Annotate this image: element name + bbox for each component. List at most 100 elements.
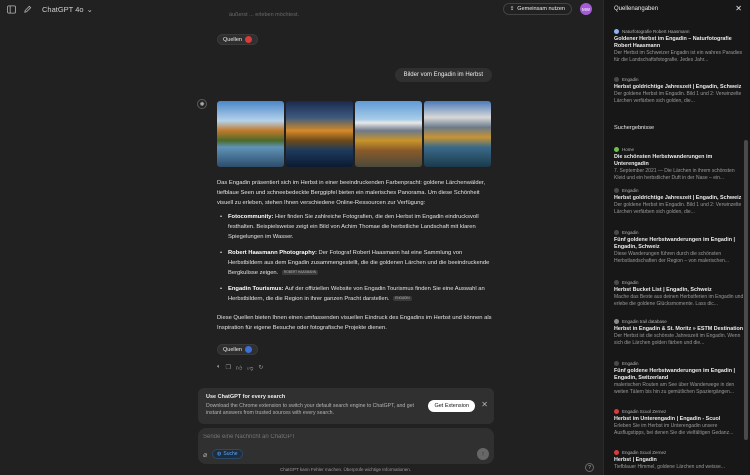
site-favicon-icon [614, 409, 619, 414]
source-card[interactable]: Engadin Scuol Zernez Herbst im Unterenga… [614, 408, 744, 437]
chat-area: ChatGPT 4o ⌄ ⇪ Gemeinsam nutzen MW äußer… [0, 0, 602, 475]
banner-description: Download the Chrome extension to switch … [206, 403, 414, 416]
source-title: Herbst | Engadin [614, 457, 657, 463]
speaker-icon[interactable]: 🔈︎ [217, 364, 221, 372]
site-favicon-icon [614, 230, 619, 235]
arrow-up-icon: ↑ [481, 450, 485, 458]
source-site: Engadin [622, 188, 639, 193]
share-label: Gemeinsam nutzen [517, 6, 565, 12]
regenerate-icon[interactable]: ↻ [258, 364, 263, 372]
site-favicon-icon [614, 450, 619, 455]
site-favicon-icon [614, 361, 619, 366]
source-card[interactable]: Engadin Herbst goldrichtige Jahreszeit |… [614, 76, 744, 105]
source-title: Fünf goldene Herbstwanderungen im Engadi… [614, 237, 736, 250]
source-card[interactable]: Engadin Fünf goldene Herbstwanderungen i… [614, 229, 744, 265]
source-title: Herbst im Unterengadin | Engadin - Scuol [614, 416, 721, 422]
avatar[interactable]: MW [580, 3, 592, 15]
search-results-heading: Suchergebnisse [614, 125, 655, 131]
model-name: ChatGPT 4o [42, 4, 84, 14]
source-title: Herbst goldrichtige Jahreszeit | Engadin… [614, 84, 742, 90]
search-label: Suche [223, 451, 238, 457]
close-icon[interactable]: ✕ [735, 4, 742, 13]
copy-icon[interactable]: ❐ [226, 364, 231, 372]
get-extension-button[interactable]: Get Extension [428, 400, 475, 412]
sources-button-1[interactable]: Quellen [217, 34, 258, 45]
gallery-image[interactable] [217, 101, 284, 167]
site-favicon-icon [614, 188, 619, 193]
extension-banner: Use ChatGPT for every search Download th… [198, 388, 494, 424]
source-site: Engadin Scuol Zernez [622, 450, 667, 455]
source-title: Herbst Bucket List | Engadin, Schweiz [614, 287, 712, 293]
site-favicon-icon [614, 280, 619, 285]
source-card[interactable]: Naturfotografie Robert Haasmann Goldener… [614, 28, 744, 64]
source-snippet: Der goldene Herbst im Engadin. Bild 1 un… [614, 91, 742, 104]
source-snippet: Der Herbst im Schweizer Engadin ist ein … [614, 50, 743, 63]
source-title: Herbst in Engadin & St. Moritz » ESTM De… [614, 326, 744, 332]
answer-intro: Das Engadin präsentiert sich im Herbst i… [217, 180, 486, 206]
source-site: Engadin trail database [622, 319, 667, 324]
sidebar-toggle-icon[interactable] [6, 4, 16, 14]
scrollbar[interactable] [744, 140, 748, 440]
list-item: Engadin Tourismus: Auf der offiziellen W… [217, 284, 494, 304]
panel-title: Quellenangaben [614, 6, 659, 12]
list-item-title: Fotocommunity: [228, 214, 274, 220]
share-button[interactable]: ⇪ Gemeinsam nutzen [502, 3, 572, 15]
sources-label: Quellen [223, 36, 242, 43]
search-toggle-button[interactable]: ◍ Suche [212, 449, 243, 459]
source-title: Fünf goldene Herbstwanderungen im Engadi… [614, 368, 736, 381]
new-chat-icon[interactable] [22, 4, 32, 14]
sources-panel: Quellenangaben ✕ Naturfotografie Robert … [603, 0, 750, 475]
message-input[interactable] [203, 434, 423, 440]
attach-icon[interactable]: ⌀ [203, 451, 207, 459]
gallery-image[interactable] [424, 101, 491, 167]
source-snippet: Der goldene Herbst im Engadin. Bild 1 un… [614, 202, 742, 215]
citation-tag[interactable]: ENGADIN [393, 295, 412, 301]
model-selector[interactable]: ChatGPT 4o ⌄ [42, 5, 93, 14]
site-favicon-icon [614, 77, 619, 82]
source-site: Home [622, 147, 635, 152]
list-item: Robert Haasmann Photography: Der Fotogra… [217, 248, 494, 278]
source-site: Engadin [622, 230, 639, 235]
citation-tag[interactable]: ROBERT HAASMANN [281, 269, 319, 275]
source-title: Die schönsten Herbstwanderungen im Unter… [614, 154, 713, 167]
assistant-logo-icon: ✺ [197, 99, 207, 109]
source-snippet: Mache das Beste aus deinen Herbstferien … [614, 294, 744, 307]
source-favicon-icon [244, 346, 252, 353]
close-icon[interactable]: ✕ [481, 400, 488, 409]
thumbs-up-icon[interactable]: 👍︎ [236, 364, 242, 372]
image-gallery [217, 101, 491, 167]
list-item-title: Robert Haasmann Photography: [228, 250, 317, 256]
source-title: Goldener Herbst im Engadin – Naturfotogr… [614, 36, 732, 49]
help-icon[interactable]: ? [585, 463, 594, 472]
source-favicon-icon [244, 36, 252, 43]
gallery-image[interactable] [355, 101, 422, 167]
previous-message-fragment: äußerst ... erleben möchtest. [229, 12, 300, 18]
source-snippet: Der Herbst ist die schönste Jahreszeit i… [614, 333, 741, 346]
share-icon: ⇪ [509, 6, 515, 12]
disclaimer: ChatGPT kann Fehler machen. Überprüfe wi… [280, 467, 411, 472]
gallery-image[interactable] [286, 101, 353, 167]
source-snippet: Diese Wanderungen führen durch die schön… [614, 251, 730, 264]
sources-label: Quellen [223, 346, 242, 353]
list-item-title: Engadin Tourismus: [228, 286, 284, 292]
source-card[interactable]: Engadin Fünf goldene Herbstwanderungen i… [614, 360, 744, 396]
answer-outro: Diese Quellen bieten Ihnen einen umfasse… [217, 315, 492, 331]
source-site: Engadin [622, 361, 639, 366]
sources-button-2[interactable]: Quellen [217, 344, 258, 355]
source-card[interactable]: Engadin trail database Herbst in Engadin… [614, 318, 744, 347]
globe-icon: ◍ [217, 451, 222, 457]
source-card[interactable]: Engadin Herbst goldrichtige Jahreszeit |… [614, 187, 744, 216]
source-site: Engadin [622, 280, 639, 285]
message-actions: 🔈︎ ❐ 👍︎ 👎︎ ↻ [217, 364, 263, 372]
thumbs-down-icon[interactable]: 👎︎ [247, 364, 253, 372]
source-card[interactable]: Engadin Scuol Zernez Herbst | Engadin Ti… [614, 449, 744, 471]
source-card[interactable]: Home Die schönsten Herbstwanderungen im … [614, 146, 744, 182]
source-snippet: malerischen Routen am See über Wanderweg… [614, 382, 735, 395]
source-site: Engadin Scuol Zernez [622, 409, 667, 414]
list-item: Fotocommunity: Hier finden Sie zahlreich… [217, 212, 494, 242]
send-button[interactable]: ↑ [477, 448, 489, 460]
source-snippet: Tiefblauer Himmel, goldene Lärchen und w… [614, 464, 725, 470]
source-site: Engadin [622, 77, 639, 82]
source-card[interactable]: Engadin Herbst Bucket List | Engadin, Sc… [614, 279, 744, 308]
chevron-down-icon: ⌄ [86, 4, 93, 14]
